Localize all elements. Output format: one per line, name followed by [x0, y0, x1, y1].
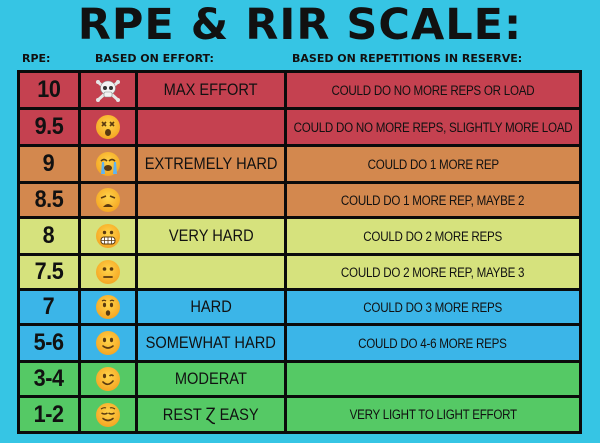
reps-in-reserve-label: COULD DO NO MORE REPS, SLIGHTLY MORE LOA…	[286, 110, 582, 147]
table-row: 1-2 REST Ɀ EASY VERY LIGHT TO LIGHT EFFORT	[20, 398, 582, 434]
reps-in-reserve-label: COULD DO 2 MORE REP, MAYBE 3	[286, 256, 582, 291]
effort-column-header: BASED ON EFFORT:	[95, 52, 214, 65]
winking-face-icon	[80, 363, 139, 398]
table-row: 7.5 COULD DO 2 MORE REP, MAYBE 3	[20, 256, 582, 291]
reps-in-reserve-label: COULD DO NO MORE REPS OR LOAD	[286, 73, 582, 110]
dizzy-face-icon	[80, 110, 139, 147]
reps-in-reserve-label: COULD DO 3 MORE REPS	[286, 291, 582, 326]
table-row: 9 EXTREMELY HARD COULD DO 1 MORE REP	[20, 147, 582, 184]
effort-label: VERY HARD	[138, 219, 287, 256]
slightly-smiling-face-icon	[80, 326, 139, 363]
table-row: 8 VERY HARD COULD DO 2 MORE REPS	[20, 219, 582, 256]
reps-in-reserve-label: COULD DO 2 MORE REPS	[286, 219, 582, 256]
rpe-rir-table: 10 MAX EFFORT COULD DO NO MORE REPS OR LOA…	[17, 70, 582, 434]
rpe-value: 10	[20, 73, 81, 110]
table-row: 5-6 SOMEWHAT HARD COULD DO 4-6 MORE REPS	[20, 326, 582, 363]
rpe-value: 7	[20, 291, 81, 326]
table-row: 10 MAX EFFORT COULD DO NO MORE REPS OR LOA…	[20, 73, 582, 110]
table-row: 3-4 MODERAT	[20, 363, 582, 398]
table-row: 7 HARD COULD DO 3 MORE REPS	[20, 291, 582, 326]
reps-in-reserve-label: COULD DO 1 MORE REP, MAYBE 2	[286, 184, 582, 219]
rpe-value: 8.5	[20, 184, 81, 219]
page-title: RPE & RIR SCALE:	[77, 0, 523, 50]
rpe-value: 1-2	[20, 398, 81, 434]
table-row: 9.5 COULD DO NO MORE REPS, SLIGHTLY MORE …	[20, 110, 582, 147]
reps-in-reserve-label: COULD DO 4-6 MORE REPS	[286, 326, 582, 363]
rpe-column-header: RPE:	[22, 52, 51, 65]
effort-label	[138, 256, 287, 291]
effort-label: EXTREMELY HARD	[138, 147, 287, 184]
effort-label: MODERAT	[138, 363, 287, 398]
rpe-value: 5-6	[20, 326, 81, 363]
rpe-value: 7.5	[20, 256, 81, 291]
rpe-value: 8	[20, 219, 81, 256]
effort-label: REST Ɀ EASY	[138, 398, 287, 434]
effort-label: HARD	[138, 291, 287, 326]
reps-in-reserve-label: VERY LIGHT TO LIGHT EFFORT	[286, 398, 582, 434]
column-headers: RPE: BASED ON EFFORT: BASED ON REPETITIO…	[0, 51, 600, 67]
effort-label	[138, 110, 287, 147]
reps-column-header: BASED ON REPETITIONS IN RESERVE:	[292, 52, 523, 65]
skull-crossbones-icon	[80, 73, 139, 110]
rpe-value: 9.5	[20, 110, 81, 147]
weary-face-icon	[80, 184, 139, 219]
reps-in-reserve-label	[286, 363, 582, 398]
rpe-value: 3-4	[20, 363, 81, 398]
hushed-face-icon	[80, 291, 139, 326]
table-row: 8.5 COULD DO 1 MORE REP, MAYBE 2	[20, 184, 582, 219]
grimacing-face-icon	[80, 219, 139, 256]
loudly-crying-face-icon	[80, 147, 139, 184]
neutral-face-icon	[80, 256, 139, 291]
rpe-value: 9	[20, 147, 81, 184]
reps-in-reserve-label: COULD DO 1 MORE REP	[286, 147, 582, 184]
effort-label: MAX EFFORT	[138, 73, 287, 110]
effort-label: SOMEWHAT HARD	[138, 326, 287, 363]
effort-label	[138, 184, 287, 219]
relieved-face-icon	[80, 398, 139, 434]
